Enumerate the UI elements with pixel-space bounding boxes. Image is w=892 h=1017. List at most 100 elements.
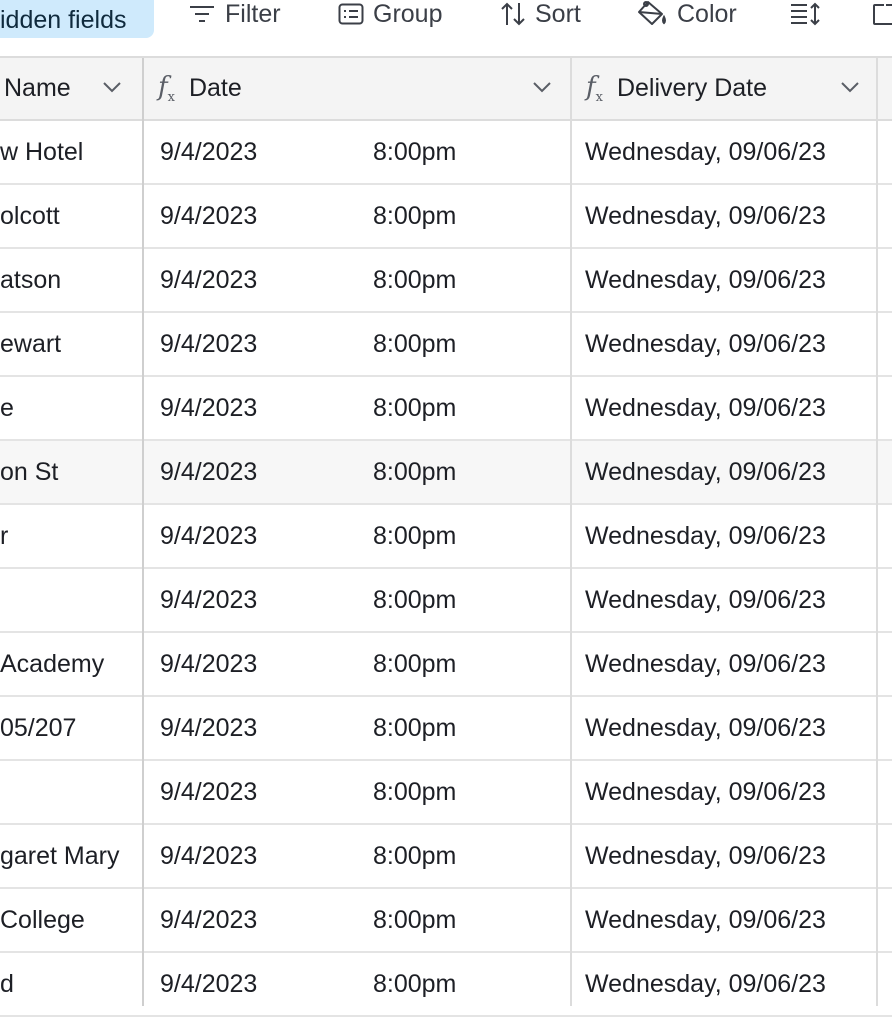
sort-icon [501, 2, 525, 26]
cell-delivery-date[interactable]: Wednesday, 09/06/23 [585, 313, 826, 375]
sort-label: Sort [535, 0, 581, 28]
formula-icon: fx [158, 71, 175, 106]
grid-header: Name fx Date fx Delivery Date [0, 58, 892, 121]
table-row[interactable]: e 9/4/2023 8:00pm Wednesday, 09/06/23 [0, 377, 892, 441]
cell-delivery-date[interactable]: Wednesday, 09/06/23 [585, 185, 826, 247]
cell-name[interactable]: atson [0, 249, 142, 311]
cell-delivery-date[interactable]: Wednesday, 09/06/23 [585, 633, 826, 695]
cell-date[interactable]: 9/4/2023 [160, 761, 257, 823]
cell-name[interactable] [0, 761, 142, 823]
cell-time[interactable]: 8:00pm [373, 633, 456, 695]
cell-name[interactable] [0, 569, 142, 631]
cell-date[interactable]: 9/4/2023 [160, 697, 257, 759]
table-row[interactable]: olcott 9/4/2023 8:00pm Wednesday, 09/06/23 [0, 185, 892, 249]
share-icon [873, 4, 892, 25]
cell-delivery-date[interactable]: Wednesday, 09/06/23 [585, 569, 826, 631]
cell-name[interactable]: 05/207 [0, 697, 142, 759]
hidden-fields-button[interactable]: idden fields [0, 0, 154, 38]
table-row[interactable]: on St 9/4/2023 8:00pm Wednesday, 09/06/23 [0, 441, 892, 505]
table-row[interactable]: d 9/4/2023 8:00pm Wednesday, 09/06/23 [0, 953, 892, 1017]
cell-delivery-date[interactable]: Wednesday, 09/06/23 [585, 377, 826, 439]
cell-time[interactable]: 8:00pm [373, 249, 456, 311]
column-divider [142, 58, 144, 1006]
group-icon [338, 3, 364, 25]
cell-date[interactable]: 9/4/2023 [160, 569, 257, 631]
cell-date[interactable]: 9/4/2023 [160, 825, 257, 887]
column-divider [876, 58, 878, 1006]
cell-time[interactable]: 8:00pm [373, 569, 456, 631]
table-row[interactable]: r 9/4/2023 8:00pm Wednesday, 09/06/23 [0, 505, 892, 569]
group-label: Group [373, 0, 443, 28]
table-row[interactable]: w Hotel 9/4/2023 8:00pm Wednesday, 09/06/23 [0, 121, 892, 185]
cell-delivery-date[interactable]: Wednesday, 09/06/23 [585, 505, 826, 567]
column-date-label: Date [188, 74, 242, 102]
chevron-down-icon[interactable] [532, 80, 552, 94]
cell-name[interactable]: on St [0, 441, 142, 503]
cell-name[interactable]: ewart [0, 313, 142, 375]
cell-date[interactable]: 9/4/2023 [160, 185, 257, 247]
table-row[interactable]: Academy 9/4/2023 8:00pm Wednesday, 09/06/23 [0, 633, 892, 697]
color-label: Color [677, 0, 737, 28]
column-header-delivery-date[interactable]: fx Delivery Date [572, 58, 878, 119]
table-row[interactable]: 05/207 9/4/2023 8:00pm Wednesday, 09/06/23 [0, 697, 892, 761]
cell-date[interactable]: 9/4/2023 [160, 505, 257, 567]
cell-date[interactable]: 9/4/2023 [160, 633, 257, 695]
cell-date[interactable]: 9/4/2023 [160, 121, 257, 183]
cell-date[interactable]: 9/4/2023 [160, 313, 257, 375]
table-row[interactable]: 9/4/2023 8:00pm Wednesday, 09/06/23 [0, 569, 892, 633]
hidden-fields-label: idden fields [0, 6, 127, 34]
cell-name[interactable]: e [0, 377, 142, 439]
table-row[interactable]: garet Mary 9/4/2023 8:00pm Wednesday, 09/06… [0, 825, 892, 889]
cell-time[interactable]: 8:00pm [373, 441, 456, 503]
filter-label: Filter [225, 0, 281, 28]
cell-date[interactable]: 9/4/2023 [160, 889, 257, 951]
column-name-label: Name [4, 74, 71, 102]
cell-delivery-date[interactable]: Wednesday, 09/06/23 [585, 121, 826, 183]
cell-delivery-date[interactable]: Wednesday, 09/06/23 [585, 697, 826, 759]
cell-delivery-date[interactable]: Wednesday, 09/06/23 [585, 825, 826, 887]
share-view-button[interactable] [872, 0, 892, 34]
cell-time[interactable]: 8:00pm [373, 121, 456, 183]
cell-name[interactable]: r [0, 505, 142, 567]
cell-time[interactable]: 8:00pm [373, 889, 456, 951]
cell-time[interactable]: 8:00pm [373, 313, 456, 375]
cell-time[interactable]: 8:00pm [373, 825, 456, 887]
formula-icon: fx [586, 71, 603, 106]
view-toolbar: idden fields Filter Group Sort Color [0, 0, 892, 56]
sort-button[interactable]: Sort [500, 0, 581, 34]
paint-bucket-icon [638, 1, 666, 25]
filter-button[interactable]: Filter [188, 0, 281, 34]
cell-name[interactable]: garet Mary [0, 825, 142, 887]
chevron-down-icon[interactable] [840, 80, 860, 94]
cell-time[interactable]: 8:00pm [373, 505, 456, 567]
cell-delivery-date[interactable]: Wednesday, 09/06/23 [585, 249, 826, 311]
cell-delivery-date[interactable]: Wednesday, 09/06/23 [585, 441, 826, 503]
cell-name[interactable]: olcott [0, 185, 142, 247]
cell-delivery-date[interactable]: Wednesday, 09/06/23 [585, 889, 826, 951]
group-button[interactable]: Group [338, 0, 442, 34]
filter-icon [190, 6, 214, 22]
cell-delivery-date[interactable]: Wednesday, 09/06/23 [585, 761, 826, 823]
row-height-button[interactable] [790, 0, 829, 34]
table-row[interactable]: ewart 9/4/2023 8:00pm Wednesday, 09/06/23 [0, 313, 892, 377]
cell-name[interactable]: w Hotel [0, 121, 142, 183]
cell-name[interactable]: College [0, 889, 142, 951]
cell-time[interactable]: 8:00pm [373, 185, 456, 247]
table-row[interactable]: atson 9/4/2023 8:00pm Wednesday, 09/06/23 [0, 249, 892, 313]
cell-date[interactable]: 9/4/2023 [160, 249, 257, 311]
table-row[interactable]: 9/4/2023 8:00pm Wednesday, 09/06/23 [0, 761, 892, 825]
row-height-icon [791, 2, 820, 26]
chevron-down-icon[interactable] [102, 80, 122, 94]
cell-time[interactable]: 8:00pm [373, 761, 456, 823]
cell-date[interactable]: 9/4/2023 [160, 377, 257, 439]
column-delivery-date-label: Delivery Date [616, 74, 768, 102]
column-header-name[interactable]: Name [0, 58, 142, 119]
color-button[interactable]: Color [636, 0, 737, 34]
cell-name[interactable]: Academy [0, 633, 142, 695]
cell-date[interactable]: 9/4/2023 [160, 441, 257, 503]
cell-time[interactable]: 8:00pm [373, 377, 456, 439]
cell-time[interactable]: 8:00pm [373, 697, 456, 759]
column-header-date[interactable]: fx Date [144, 58, 570, 119]
column-divider [570, 58, 572, 1006]
table-row[interactable]: College 9/4/2023 8:00pm Wednesday, 09/06/23 [0, 889, 892, 953]
